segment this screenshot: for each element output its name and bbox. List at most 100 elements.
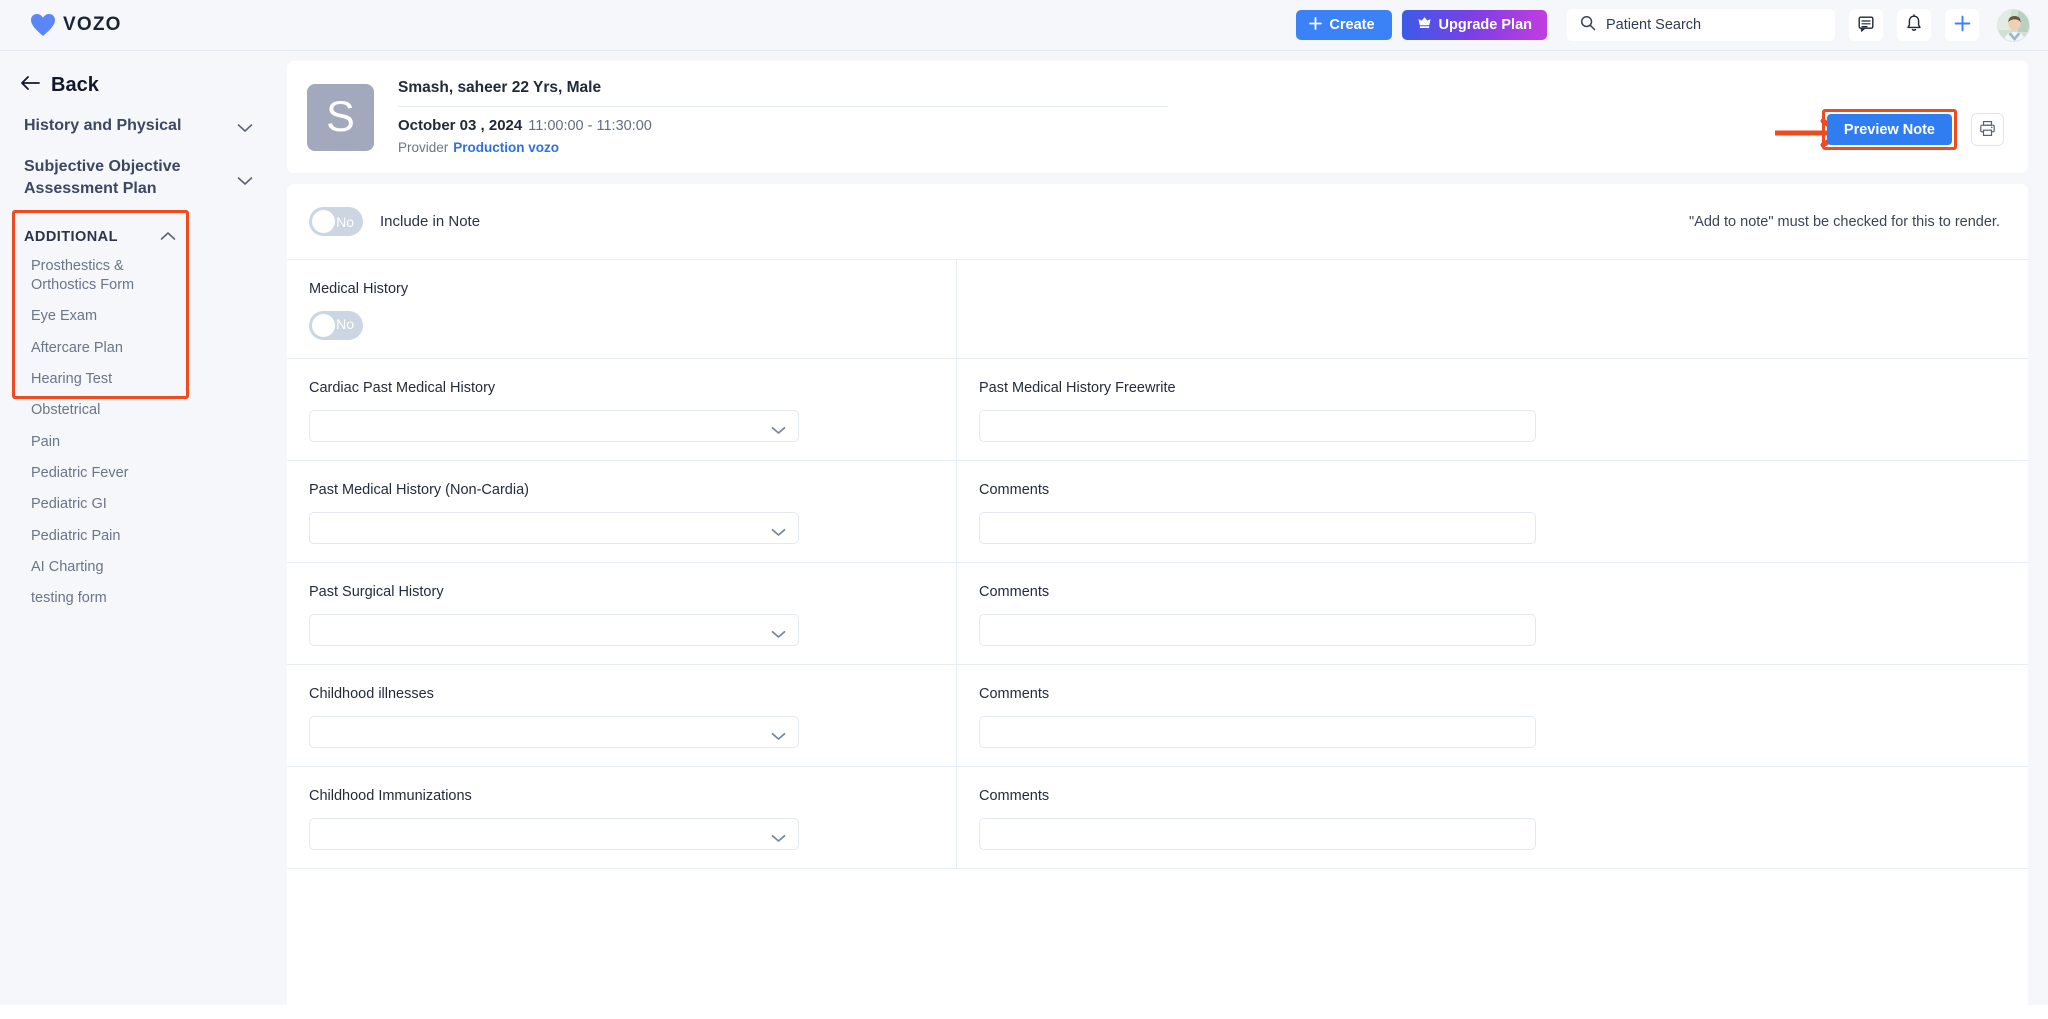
top-navigation-bar: VOZO Create Upgrade Plan — [0, 0, 2048, 51]
field-label: Past Medical History Freewrite — [979, 380, 1176, 396]
sidebar-item-pediatric-pain[interactable]: Pediatric Pain — [31, 527, 186, 546]
provider-row: Provider Production vozo — [398, 140, 1168, 155]
comments-input[interactable] — [979, 512, 1536, 544]
search-input[interactable] — [1606, 17, 1806, 33]
field-label: Past Medical History (Non-Cardia) — [309, 482, 529, 498]
patient-search-box[interactable] — [1567, 9, 1835, 41]
sidebar-section-label: ADDITIONAL — [24, 229, 118, 245]
sidebar-section-label: History and Physical — [24, 117, 182, 134]
message-icon-button[interactable] — [1849, 9, 1883, 41]
avatar[interactable] — [1997, 8, 2030, 42]
toggle-value: No — [336, 213, 354, 230]
comments-input[interactable] — [979, 818, 1536, 850]
search-icon — [1580, 15, 1596, 36]
sidebar-item-testing-form[interactable]: testing form — [31, 589, 186, 608]
chevron-down-icon — [771, 830, 786, 848]
chevron-down-icon — [771, 524, 786, 542]
field-label: Cardiac Past Medical History — [309, 380, 496, 396]
past-surgical-history-select[interactable] — [309, 614, 799, 646]
chevron-up-icon — [160, 228, 176, 246]
sidebar-section-label: Subjective Objective Assessment Plan — [24, 158, 181, 198]
appointment-time: 11:00:00 - 11:30:00 — [528, 118, 652, 134]
provider-link[interactable]: Production vozo — [453, 140, 559, 155]
sidebar-section-soap[interactable]: Subjective Objective Assessment Plan — [24, 156, 253, 200]
chevron-down-icon — [237, 120, 253, 138]
toggle-knob — [312, 314, 335, 337]
brand-name: VOZO — [63, 14, 122, 35]
sidebar-item-pain[interactable]: Pain — [31, 433, 186, 452]
childhood-immunizations-select[interactable] — [309, 818, 799, 850]
sidebar-item-prosthestics-orthostics-form[interactable]: Prosthestics & Orthostics Form — [31, 257, 186, 295]
sidebar-item-eye-exam[interactable]: Eye Exam — [31, 307, 186, 326]
include-in-note-label: Include in Note — [380, 213, 481, 230]
past-medical-history-freewrite-input[interactable] — [979, 410, 1536, 442]
medical-history-toggle[interactable]: No — [309, 311, 363, 340]
render-hint-text: "Add to note" must be checked for this t… — [1689, 213, 2000, 230]
field-label: Childhood illnesses — [309, 686, 434, 702]
form-cell-right: Comments — [957, 767, 2028, 868]
form-cell-left: Past Surgical History — [287, 563, 957, 664]
card-actions: Preview Note — [1821, 109, 2004, 150]
sidebar-section-history-and-physical[interactable]: History and Physical — [24, 115, 253, 138]
message-icon — [1857, 15, 1875, 36]
chevron-down-icon — [771, 626, 786, 644]
chevron-down-icon — [237, 173, 253, 191]
form-cell-right: Comments — [957, 665, 2028, 766]
form-row: Childhood Immunizations Comments — [287, 767, 2028, 869]
create-button-label: Create — [1329, 17, 1375, 33]
sidebar-item-aftercare-plan[interactable]: Aftercare Plan — [31, 339, 186, 358]
form-cell-right: Past Medical History Freewrite — [957, 359, 2028, 460]
include-in-note-toggle[interactable]: No — [309, 207, 363, 236]
sidebar-item-hearing-test[interactable]: Hearing Test — [31, 370, 186, 389]
medical-history-cell: Medical History No — [287, 260, 957, 358]
preview-note-button[interactable]: Preview Note — [1826, 114, 1952, 145]
sidebar: Back History and Physical Subjective Obj… — [0, 51, 275, 1005]
crown-icon — [1417, 16, 1432, 34]
toggle-value: No — [336, 316, 354, 332]
field-label: Childhood Immunizations — [309, 788, 472, 804]
sidebar-item-pediatric-gi[interactable]: Pediatric GI — [31, 495, 186, 514]
comments-input[interactable] — [979, 614, 1536, 646]
sidebar-item-obstetrical[interactable]: Obstetrical — [31, 401, 186, 420]
past-medical-history-non-cardiac-select[interactable] — [309, 512, 799, 544]
notifications-button[interactable] — [1897, 9, 1931, 41]
sidebar-item-ai-charting[interactable]: AI Charting — [31, 558, 186, 577]
field-label: Comments — [979, 482, 1050, 498]
patient-header-card: S Smash, saheer 22 Yrs, Male October 03 … — [287, 61, 2028, 173]
patient-name: Smash, saheer 22 Yrs, Male — [398, 79, 1168, 107]
form-cell-left: Childhood illnesses — [287, 665, 957, 766]
printer-icon — [1979, 120, 1996, 140]
additional-items-list: Prosthestics & Orthostics Form Eye Exam … — [31, 257, 186, 621]
field-label: Past Surgical History — [309, 584, 444, 600]
field-label: Comments — [979, 686, 1050, 702]
medical-history-right-cell — [957, 260, 2028, 358]
childhood-illnesses-select[interactable] — [309, 716, 799, 748]
create-button[interactable]: Create — [1296, 10, 1392, 40]
print-button[interactable] — [1971, 113, 2004, 146]
topbar-actions: Create Upgrade Plan — [1296, 8, 2030, 42]
provider-label: Provider — [398, 140, 449, 155]
upgrade-plan-button[interactable]: Upgrade Plan — [1401, 10, 1547, 40]
appointment-date: October 03 , 2024 — [398, 117, 523, 134]
medical-history-label: Medical History — [309, 281, 409, 297]
form-row: Past Medical History (Non-Cardia) Commen… — [287, 461, 2028, 563]
comments-input[interactable] — [979, 716, 1536, 748]
chevron-down-icon — [771, 422, 786, 440]
sidebar-section-additional[interactable]: ADDITIONAL — [24, 228, 176, 246]
chevron-down-icon — [771, 728, 786, 746]
brand-logo[interactable]: VOZO — [30, 13, 122, 37]
arrow-left-icon — [20, 75, 40, 96]
heart-icon — [30, 13, 56, 37]
upgrade-plan-label: Upgrade Plan — [1438, 17, 1532, 33]
back-button[interactable]: Back — [20, 74, 275, 97]
cardiac-past-medical-history-select[interactable] — [309, 410, 799, 442]
patient-avatar: S — [307, 83, 374, 151]
form-cell-right: Comments — [957, 461, 2028, 562]
form-cell-left: Past Medical History (Non-Cardia) — [287, 461, 957, 562]
add-button[interactable] — [1945, 9, 1979, 41]
sidebar-item-pediatric-fever[interactable]: Pediatric Fever — [31, 464, 186, 483]
appointment-datetime: October 03 , 2024 11:00:00 - 11:30:00 — [398, 117, 1168, 134]
back-label: Back — [51, 74, 99, 96]
bell-icon — [1905, 14, 1923, 36]
form-row: Past Surgical History Comments — [287, 563, 2028, 665]
